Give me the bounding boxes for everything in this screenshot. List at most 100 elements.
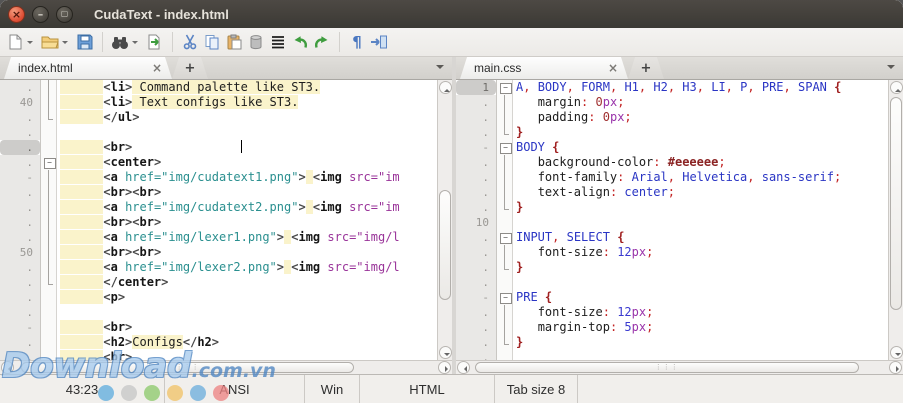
fold-marker-icon[interactable] [496,80,513,95]
unindent-block-button[interactable] [368,30,390,54]
code-text[interactable] [513,350,888,360]
code-text[interactable]: </center> [57,275,437,290]
code-line[interactable]: . <h2>Configs</h2> [0,335,437,350]
code-line[interactable]: . [0,305,437,320]
code-text[interactable]: padding: 0px; [513,110,888,125]
tab-list-dropdown-icon[interactable] [436,65,444,73]
code-line[interactable]: . text-align: center; [456,185,888,200]
vertical-scrollbar[interactable] [437,80,452,360]
new-tab-button[interactable]: + [172,57,208,79]
horizontal-scrollbar[interactable]: ⋮⋮⋮ [456,360,903,374]
fold-marker-icon[interactable] [496,230,513,245]
code-text[interactable] [513,275,888,290]
code-line[interactable]: . margin: 0px; [456,95,888,110]
code-text[interactable]: <a href="img/lexer2.png"> <img src="img/… [57,260,437,275]
tab-list-dropdown-icon[interactable] [887,65,895,73]
scroll-up-icon[interactable] [890,81,903,94]
redo-button[interactable] [311,30,333,54]
code-line[interactable]: . padding: 0px; [456,110,888,125]
vertical-scrollbar[interactable] [888,80,903,360]
fold-marker-icon[interactable] [496,290,513,305]
code-line[interactable]: .} [456,200,888,215]
code-text[interactable]: <br><br> [57,245,437,260]
code-line[interactable]: . font-family: Arial, Helvetica, sans-se… [456,170,888,185]
undo-button[interactable] [289,30,311,54]
show-nonprinted-button[interactable]: ¶ [346,30,368,54]
scroll-right-icon[interactable] [889,361,902,374]
code-line[interactable]: 1A, BODY, FORM, H1, H2, H3, LI, P, PRE, … [456,80,888,95]
delete-button[interactable] [245,30,267,54]
code-text[interactable]: <li> Command palette like ST3. [57,80,437,95]
new-file-button[interactable] [4,30,26,54]
code-text[interactable]: margin: 0px; [513,95,888,110]
code-line[interactable]: . <br> [0,350,437,360]
code-text[interactable]: <br><br> [57,185,437,200]
code-line[interactable]: .} [456,335,888,350]
tab-close-icon[interactable]: × [608,62,618,74]
maximize-button[interactable]: ▢ [56,6,73,23]
code-lines[interactable]: 1A, BODY, FORM, H1, H2, H3, LI, P, PRE, … [456,80,888,360]
vscroll-thumb[interactable] [439,190,451,300]
paste-button[interactable] [223,30,245,54]
code-text[interactable]: A, BODY, FORM, H1, H2, H3, LI, P, PRE, S… [513,80,888,95]
find-dropdown-icon[interactable] [132,41,138,47]
code-line[interactable]: . <br><br> [0,185,437,200]
code-line[interactable]: . margin-top: 5px; [456,320,888,335]
code-text[interactable]: font-family: Arial, Helvetica, sans-seri… [513,170,888,185]
scroll-right-icon[interactable] [438,361,451,374]
code-line[interactable]: . </ul> [0,110,437,125]
code-line[interactable]: . <a href="img/lexer1.png"> <img src="im… [0,230,437,245]
code-text[interactable]: } [513,260,888,275]
cut-button[interactable] [179,30,201,54]
fold-marker-icon[interactable] [496,140,513,155]
code-line[interactable]: - <br> [0,320,437,335]
scroll-up-icon[interactable] [439,81,452,94]
code-line[interactable]: -BODY { [456,140,888,155]
code-line[interactable]: . <p> [0,290,437,305]
code-line[interactable]: . [0,125,437,140]
copy-button[interactable] [201,30,223,54]
open-file-button[interactable] [39,30,61,54]
code-line[interactable]: .} [456,125,888,140]
code-text[interactable]: <br> [57,140,437,155]
fold-marker-icon[interactable] [40,155,57,170]
status-lexer[interactable]: HTML [360,375,495,403]
code-line[interactable]: . </center> [0,275,437,290]
code-text[interactable]: <h2>Configs</h2> [57,335,437,350]
code-line[interactable]: . <br><br> [0,215,437,230]
code-text[interactable]: font-size: 12px; [513,245,888,260]
code-text[interactable]: <a href="img/cudatext2.png"> <img src="i… [57,200,437,215]
code-text[interactable]: font-size: 12px; [513,305,888,320]
code-line[interactable]: . <br> [0,140,437,155]
close-button[interactable]: × [8,6,25,23]
code-line[interactable]: . <center> [0,155,437,170]
code-text[interactable]: } [513,335,888,350]
find-button[interactable] [109,30,131,54]
code-text[interactable] [513,215,888,230]
code-text[interactable]: background-color: #eeeeee; [513,155,888,170]
code-line[interactable]: 10 [456,215,888,230]
scroll-down-icon[interactable] [439,346,452,359]
code-line[interactable]: . background-color: #eeeeee; [456,155,888,170]
code-text[interactable]: <li> Text configs like ST3. [57,95,437,110]
select-all-button[interactable] [267,30,289,54]
scroll-down-icon[interactable] [890,346,903,359]
code-lines[interactable]: . <li> Command palette like ST3.40 <li> … [0,80,437,360]
code-text[interactable]: } [513,125,888,140]
code-text[interactable]: <br><br> [57,215,437,230]
minimize-button[interactable]: – [32,6,49,23]
horizontal-scrollbar[interactable]: ⋮⋮⋮ [0,360,452,374]
open-file-dropdown-icon[interactable] [62,41,68,47]
code-text[interactable]: text-align: center; [513,185,888,200]
hscroll-thumb[interactable]: ⋮⋮⋮ [21,362,354,373]
status-encoding[interactable]: ANSI [165,375,305,403]
scroll-left-icon[interactable] [457,361,470,374]
code-text[interactable]: <br> [57,320,437,335]
code-line[interactable]: -PRE { [456,290,888,305]
code-text[interactable]: } [513,200,888,215]
code-text[interactable]: PRE { [513,290,888,305]
code-line[interactable]: - <a href="img/cudatext1.png"> <img src=… [0,170,437,185]
code-line[interactable]: .INPUT, SELECT { [456,230,888,245]
hscroll-thumb[interactable]: ⋮⋮⋮ [475,362,859,373]
code-line[interactable]: . font-size: 12px; [456,305,888,320]
